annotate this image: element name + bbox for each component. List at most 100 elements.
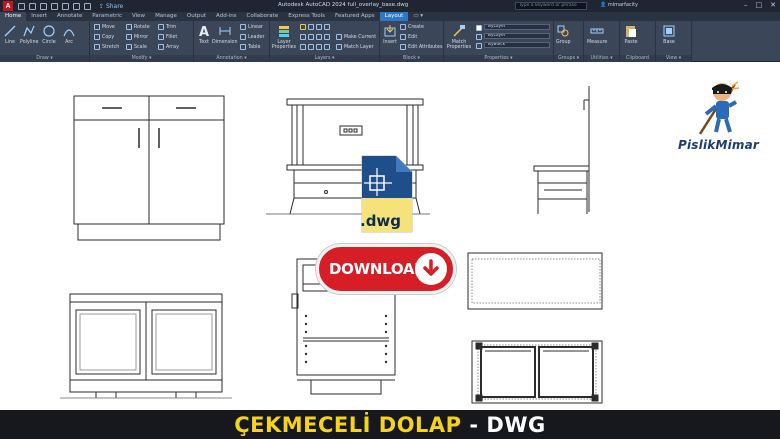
rotate-button[interactable]: Rotate [126, 24, 150, 30]
fillet-button[interactable]: Fillet [158, 34, 177, 40]
close-icon[interactable]: ✕ [770, 1, 776, 9]
layer-previous-icon [324, 44, 330, 50]
bandit-mascot-icon [698, 81, 740, 135]
layer-state-icons[interactable] [300, 24, 330, 30]
layer-tool-row[interactable] [300, 34, 330, 40]
share-button[interactable]: ⇪ Share [99, 3, 123, 10]
scale-label: Scale [134, 44, 147, 50]
caption-banner: ÇEKMECELİ DOLAP - DWG [0, 410, 780, 439]
share-label: Share [105, 2, 124, 10]
search-input[interactable]: Type a keyword or phrase [515, 2, 587, 10]
undo-icon[interactable] [73, 2, 80, 10]
draw-panel: Line Polyline Circle Arc Draw ▾ [0, 21, 90, 62]
linear-label: Linear [248, 24, 263, 30]
layer-properties-icon [279, 26, 289, 37]
color-select[interactable]: ByLayer [484, 24, 550, 30]
download-button[interactable]: DOWNLOAD [316, 244, 456, 294]
leader-button[interactable]: Leader [240, 34, 264, 40]
autocad-window: A ⇪ Share Autodesk AutoCAD 2024 full_ove… [0, 0, 780, 439]
tab-express-tools[interactable]: Express Tools [283, 12, 330, 21]
maximize-icon[interactable]: □ [756, 1, 763, 9]
paste-label: Paste [624, 40, 638, 45]
table-label: Table [248, 44, 261, 50]
tab-home[interactable]: Home [0, 12, 27, 21]
make-current-button[interactable]: Make Current [336, 34, 376, 40]
open-file-icon[interactable] [29, 2, 36, 10]
copy-label: Copy [102, 34, 115, 40]
group-tool[interactable]: Group [556, 24, 571, 45]
layers-panel-title[interactable]: Layers ▾ [270, 55, 379, 62]
print-icon[interactable] [62, 2, 69, 10]
text-tool[interactable]: A Text [197, 24, 211, 45]
layer-tool-row-2[interactable] [300, 44, 330, 50]
table-button[interactable]: Table [240, 44, 260, 50]
base-view-icon [663, 25, 675, 37]
save-as-icon[interactable] [51, 2, 58, 10]
edit-attributes-button[interactable]: Edit Attributes [400, 44, 443, 50]
insert-tool[interactable]: Insert [383, 24, 397, 45]
draw-panel-title[interactable]: Draw ▾ [0, 55, 89, 62]
tab-layout[interactable]: Layout [379, 12, 409, 21]
polyline-tool[interactable]: Polyline [20, 24, 39, 45]
fillet-icon [158, 34, 164, 40]
tab-collaborate[interactable]: Collaborate [242, 12, 284, 21]
line-tool[interactable]: Line [3, 24, 17, 45]
redo-icon[interactable] [84, 2, 91, 10]
app-logo-icon[interactable]: A [3, 1, 13, 11]
circle-tool[interactable]: Circle [42, 24, 56, 45]
tab-insert[interactable]: Insert [26, 12, 52, 21]
user-account[interactable]: 👤 mimarfacity [600, 2, 638, 8]
groups-panel-title[interactable]: Groups ▾ [554, 55, 583, 62]
layer-properties-tool[interactable]: Layer Properties [272, 24, 296, 50]
minimize-icon[interactable]: – [744, 1, 748, 9]
match-layer-button[interactable]: Match Layer [336, 44, 374, 50]
mirror-button[interactable]: Mirror [126, 34, 148, 40]
utilities-panel-title[interactable]: Utilities ▾ [584, 55, 619, 62]
copy-button[interactable]: Copy [94, 34, 114, 40]
trim-button[interactable]: Trim [158, 24, 176, 30]
tab-overflow[interactable]: ▭ ▾ [408, 12, 428, 21]
match-properties-tool[interactable]: Match Properties [447, 24, 471, 50]
modify-panel-title[interactable]: Modify ▾ [90, 55, 193, 62]
paste-tool[interactable]: Paste [624, 24, 638, 45]
base-tool[interactable]: Base [662, 24, 676, 45]
text-label: Text [199, 40, 209, 45]
view-panel-title[interactable]: View ▾ [656, 55, 691, 62]
tab-annotate[interactable]: Annotate [52, 12, 87, 21]
stretch-button[interactable]: Stretch [94, 44, 119, 50]
tab-manage[interactable]: Manage [150, 12, 182, 21]
move-button[interactable]: Move [94, 24, 115, 30]
edit-block-button[interactable]: Edit [400, 34, 417, 40]
clipboard-panel: Paste Clipboard [620, 21, 656, 62]
trim-label: Trim [166, 24, 177, 30]
annotation-panel-title[interactable]: Annotation ▾ [194, 55, 269, 62]
properties-panel-title[interactable]: Properties ▾ [444, 55, 553, 62]
tab-output[interactable]: Output [182, 12, 211, 21]
clipboard-panel-title[interactable]: Clipboard [620, 55, 655, 62]
block-panel-title[interactable]: Block ▾ [380, 55, 443, 62]
measure-icon [590, 28, 604, 34]
layers-panel: Layer Properties Make Current Match Laye… [270, 21, 380, 62]
tab-featured-apps[interactable]: Featured Apps [330, 12, 380, 21]
tab-parametric[interactable]: Parametric [87, 12, 127, 21]
scale-button[interactable]: Scale [126, 44, 147, 50]
rotate-icon [126, 24, 132, 30]
tab-view[interactable]: View [127, 12, 150, 21]
drawing-canvas[interactable] [0, 62, 780, 410]
make-current-label: Make Current [344, 34, 377, 40]
linear-button[interactable]: Linear [240, 24, 263, 30]
array-button[interactable]: Array [158, 44, 179, 50]
create-block-button[interactable]: Create [400, 24, 424, 30]
layer-off-icon [300, 34, 306, 40]
linetype-select[interactable]: ByBlock [484, 42, 550, 48]
text-icon: A [199, 25, 209, 38]
arc-tool[interactable]: Arc [62, 24, 76, 45]
measure-tool[interactable]: Measure [587, 24, 607, 45]
leader-label: Leader [248, 34, 265, 40]
layer-isolate-icon [308, 34, 314, 40]
dimension-tool[interactable]: Dimension [212, 24, 238, 45]
lineweight-select[interactable]: ByLayer [484, 33, 550, 39]
new-file-icon[interactable] [18, 2, 25, 10]
tab-add-ins[interactable]: Add-ins [211, 12, 242, 21]
save-icon[interactable] [40, 2, 47, 10]
